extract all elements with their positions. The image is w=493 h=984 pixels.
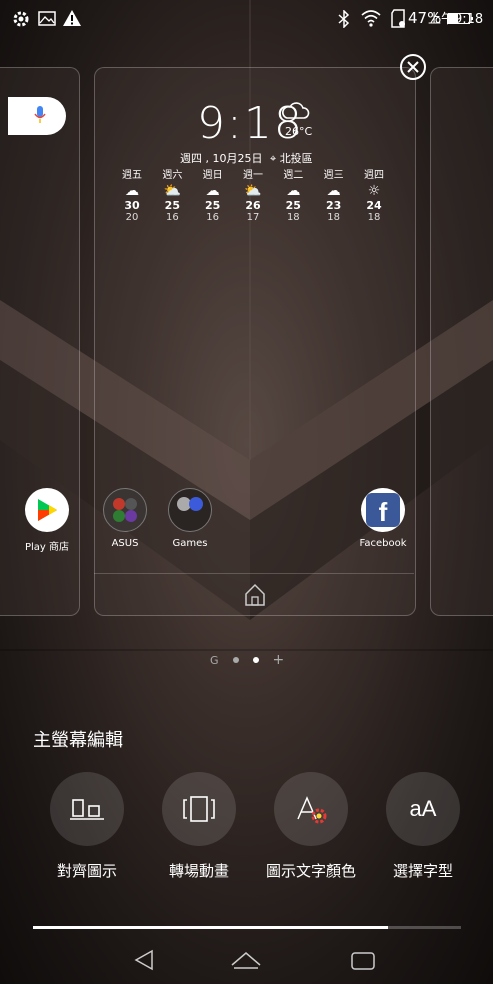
forecast-day: 週五 ☁ 30 20 xyxy=(113,170,151,224)
scroll-progress xyxy=(33,926,461,929)
tool-label: 選擇字型 xyxy=(392,862,453,880)
facebook-icon: f xyxy=(361,488,405,532)
forecast-day: 週六 ⛅ 25 16 xyxy=(153,170,191,224)
warning-icon xyxy=(63,10,81,26)
cloud-icon: ☁ xyxy=(286,183,301,199)
transition-button[interactable] xyxy=(162,772,236,846)
align-icon xyxy=(70,799,104,820)
app-label: Play 商店 xyxy=(24,542,70,553)
icon-text-color-button[interactable] xyxy=(274,772,348,846)
forecast-day: 週三 ☁ 23 18 xyxy=(315,170,353,224)
gear-icon xyxy=(13,11,29,27)
sun-cloud-icon: ⛅ xyxy=(244,183,262,199)
page-dot-active[interactable] xyxy=(252,657,259,663)
close-button[interactable] xyxy=(400,54,426,80)
google-search-bar[interactable] xyxy=(8,97,66,135)
cloud-icon xyxy=(282,102,310,119)
text-color-icon xyxy=(297,796,327,824)
home-button-icon[interactable] xyxy=(231,952,261,969)
align-icons-button[interactable] xyxy=(50,772,124,846)
recent-apps-icon[interactable] xyxy=(351,952,375,970)
add-page-button[interactable]: + xyxy=(273,652,285,668)
wifi-icon xyxy=(361,10,381,27)
forecast-day: 週四 ☼ 24 18 xyxy=(355,170,393,224)
align-icons-tool[interactable]: 對齊圖示 xyxy=(49,772,125,881)
icon-text-color-tool[interactable]: 圖示文字顏色 xyxy=(266,772,356,881)
tool-label: 對齊圖示 xyxy=(56,862,117,880)
home-screen-icon[interactable] xyxy=(244,583,266,607)
transition-icon xyxy=(183,796,215,822)
location-text: 北投區 xyxy=(279,152,313,165)
bluetooth-icon xyxy=(338,10,350,28)
games-folder[interactable]: Games xyxy=(155,488,225,549)
clock-widget-temperature: 26°C xyxy=(285,125,313,138)
rain-cloud-icon: ☁ xyxy=(125,183,139,199)
forecast-day: 週一 ⛅ 26 17 xyxy=(234,170,272,224)
font-select-button[interactable]: aA xyxy=(386,772,460,846)
facebook-app[interactable]: f Facebook xyxy=(348,488,418,549)
play-store-icon xyxy=(25,488,69,532)
mic-icon[interactable] xyxy=(34,105,46,127)
right-screen-preview[interactable] xyxy=(430,67,493,616)
weather-forecast: 週五 ☁ 30 20 週六 ⛅ 25 16 週日 ☁ 25 16 週一 ⛅ 26 17 週二 ☁ 25 18 … xyxy=(113,170,393,224)
font-sample-icon: aA xyxy=(409,796,437,821)
dock-divider xyxy=(94,573,414,574)
page-indicator: G + xyxy=(210,652,284,668)
folder-icon xyxy=(168,488,212,532)
folder-icon xyxy=(103,488,147,532)
forecast-day: 週二 ☁ 25 18 xyxy=(274,170,312,224)
google-page-indicator[interactable]: G xyxy=(210,654,219,667)
sun-cloud-icon: ⛅ xyxy=(163,183,182,199)
close-icon xyxy=(407,61,419,73)
app-label: ASUS xyxy=(111,538,139,549)
sd-card-icon xyxy=(391,9,405,28)
edit-panel-title: 主螢幕編輯 xyxy=(33,730,123,751)
date-text: 週四 , 10月25日 xyxy=(180,152,263,165)
transition-tool[interactable]: 轉場動畫 xyxy=(161,772,237,881)
home-screen-edit: 47% 上午9:18 9:18 26°C 週四 , 10月25日 ⌖ 北投區 週… xyxy=(0,0,493,984)
cloud-icon: ☁ xyxy=(326,183,341,199)
back-button-icon[interactable] xyxy=(134,949,153,971)
asus-folder[interactable]: ASUS xyxy=(90,488,160,549)
forecast-day: 週日 ☁ 25 16 xyxy=(194,170,232,224)
tool-label: 轉場動畫 xyxy=(168,862,229,880)
font-select-tool[interactable]: aA 選擇字型 xyxy=(385,772,461,881)
clock-text: 上午9:18 xyxy=(428,12,484,27)
page-dot[interactable] xyxy=(232,657,239,663)
sun-icon: ☼ xyxy=(367,183,381,199)
cloud-icon: ☁ xyxy=(205,183,220,199)
image-icon xyxy=(38,11,56,26)
status-bar: 47% 上午9:18 xyxy=(0,0,493,36)
play-store-app[interactable]: Play 商店 xyxy=(12,488,82,553)
app-label: Games xyxy=(172,538,208,549)
clock-widget-date: 週四 , 10月25日 ⌖ 北投區 xyxy=(180,150,313,166)
app-label: Facebook xyxy=(359,538,407,549)
location-pin-icon: ⌖ xyxy=(269,152,277,165)
tool-label: 圖示文字顏色 xyxy=(265,862,356,880)
navigation-bar xyxy=(134,949,375,971)
